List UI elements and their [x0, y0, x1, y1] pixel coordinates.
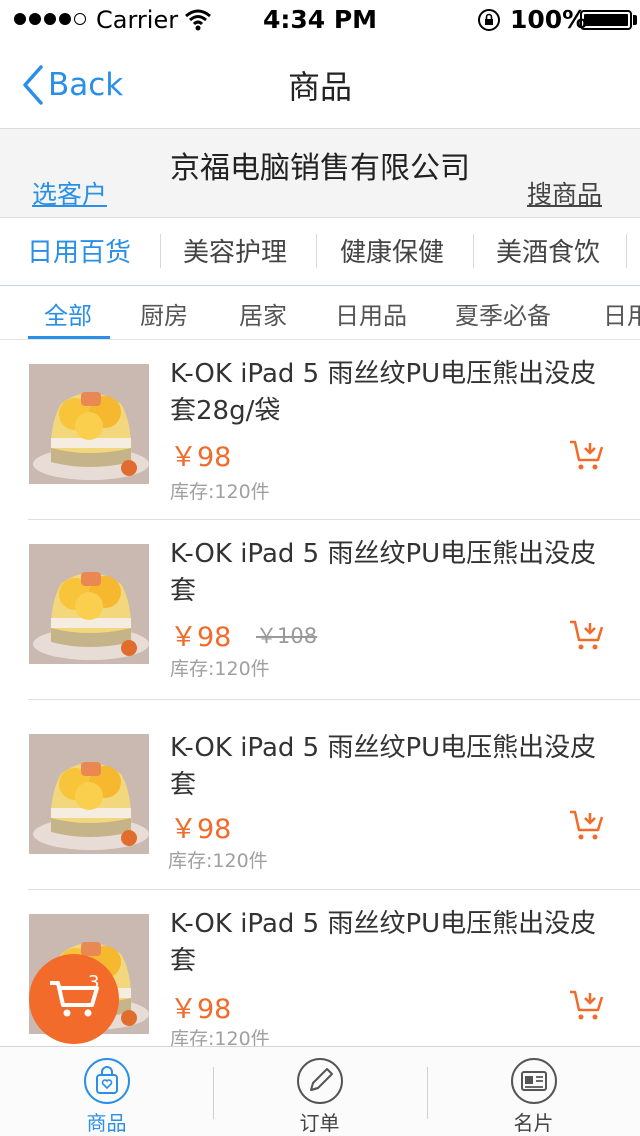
product-title: K-OK iPad 5 雨丝纹PU电压熊出没皮套28g/袋 [170, 359, 597, 426]
subtab-daily-use[interactable]: 日用品 [335, 296, 407, 331]
tab-divider [626, 234, 627, 268]
add-to-cart-icon[interactable] [568, 618, 604, 652]
subtab-daily-more[interactable]: 日用 [603, 296, 640, 331]
page-title: 商品 [287, 68, 352, 106]
search-goods-link[interactable]: 搜商品 [527, 175, 602, 211]
tab-business-card[interactable]: 名片 [427, 1047, 640, 1136]
product-item[interactable]: K-OK iPad 5 雨丝纹PU电压熊出没皮套 ￥98 ￥108 库存:120… [0, 520, 640, 700]
product-stock: 库存:120件 [168, 850, 268, 872]
bottom-tab-bar: 商品 订单 名片 [0, 1046, 640, 1136]
product-price: ￥98 [170, 814, 232, 845]
tab-beauty-care[interactable]: 美容护理 [183, 232, 287, 269]
product-price: ￥98 [170, 442, 232, 473]
subtab-summer[interactable]: 夏季必备 [455, 296, 551, 331]
status-bar: Carrier 4:34 PM 100% [0, 0, 640, 40]
tab-products[interactable]: 商品 [0, 1047, 213, 1136]
product-title: K-OK iPad 5 雨丝纹PU电压熊出没皮套 [170, 733, 597, 800]
rotation-lock-icon [478, 9, 500, 31]
tab-health-care[interactable]: 健康保健 [340, 232, 444, 269]
tab-orders[interactable]: 订单 [213, 1047, 426, 1136]
product-price: ￥98 [170, 622, 232, 653]
battery-icon [580, 10, 632, 30]
cart-fab-button[interactable] [29, 954, 119, 1044]
product-image [29, 734, 149, 854]
company-header: 京福电脑销售有限公司 选客户 搜商品 [0, 128, 640, 218]
cart-count-badge: 3 [88, 972, 100, 993]
tab-label: 商品 [86, 1111, 127, 1135]
battery-tip [633, 15, 637, 25]
add-to-cart-icon[interactable] [568, 808, 604, 842]
subcategory-tabs: 全部 厨房 居家 日用品 夏季必备 日用 [0, 286, 640, 340]
tab-divider [473, 234, 474, 268]
select-customer-link[interactable]: 选客户 [32, 175, 107, 211]
tab-daily-goods[interactable]: 日用百货 [27, 232, 131, 269]
product-stock: 库存:120件 [170, 658, 270, 680]
product-item[interactable]: K-OK iPad 5 雨丝纹PU电压熊出没皮套 ￥98 库存:120件 [0, 700, 640, 890]
business-card-icon [511, 1058, 557, 1104]
add-to-cart-icon[interactable] [568, 438, 604, 472]
add-to-cart-icon[interactable] [568, 988, 604, 1022]
nav-bar: Back 商品 [0, 40, 640, 128]
tab-label: 名片 [513, 1111, 554, 1135]
subtab-kitchen[interactable]: 厨房 [140, 296, 188, 331]
product-image [29, 364, 149, 484]
pencil-icon [297, 1058, 343, 1104]
shopping-bag-icon [84, 1058, 130, 1104]
product-original-price: ￥108 [256, 624, 318, 648]
active-tab-indicator [28, 336, 110, 339]
product-image [29, 544, 149, 664]
subtab-home[interactable]: 居家 [239, 296, 287, 331]
tab-divider [160, 234, 161, 268]
subtab-all[interactable]: 全部 [44, 296, 92, 331]
battery-percent: 100% [510, 5, 588, 34]
product-title: K-OK iPad 5 雨丝纹PU电压熊出没皮套 [170, 909, 597, 976]
tab-divider [316, 234, 317, 268]
product-price: ￥98 [170, 994, 232, 1025]
product-stock: 库存:120件 [170, 1028, 270, 1046]
product-item[interactable]: K-OK iPad 5 雨丝纹PU电压熊出没皮套28g/袋 ￥98 库存:120… [0, 340, 640, 520]
tab-label: 订单 [299, 1111, 340, 1135]
product-stock: 库存:120件 [170, 481, 270, 503]
tab-wine-food[interactable]: 美酒食饮 [496, 232, 600, 269]
category-tabs: 日用百货 美容护理 健康保健 美酒食饮 [0, 218, 640, 286]
product-title: K-OK iPad 5 雨丝纹PU电压熊出没皮套 [170, 539, 597, 606]
